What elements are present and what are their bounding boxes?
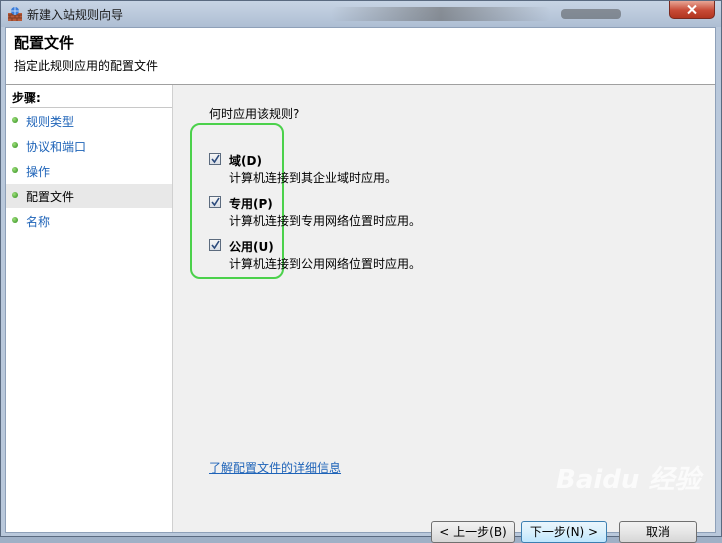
step-label: 协议和端口 (26, 140, 87, 154)
step-rule-type[interactable]: 规则类型 (6, 109, 172, 133)
close-button[interactable] (669, 1, 715, 19)
domain-checkbox[interactable] (209, 153, 221, 165)
step-profile[interactable]: 配置文件 (6, 184, 172, 208)
checkmark-icon (211, 197, 220, 207)
private-checkbox[interactable] (209, 196, 221, 208)
back-button[interactable]: < 上一步(B) (431, 521, 515, 543)
step-bullet-icon (12, 117, 18, 123)
step-label: 操作 (26, 165, 51, 179)
next-button[interactable]: 下一步(N) > (521, 521, 607, 543)
question-text: 何时应用该规则? (209, 107, 300, 121)
checkmark-icon (211, 154, 220, 164)
page-subtitle: 指定此规则应用的配置文件 (14, 59, 159, 73)
private-description: 计算机连接到专用网络位置时应用。 (229, 214, 422, 228)
wizard-header: 配置文件 指定此规则应用的配置文件 (6, 28, 715, 85)
step-bullet-icon (12, 167, 18, 173)
step-bullet-icon (12, 192, 18, 198)
firewall-app-icon (8, 7, 22, 21)
blurred-titlebar-region (331, 7, 551, 21)
public-description: 计算机连接到公用网络位置时应用。 (229, 257, 422, 271)
learn-more-link[interactable]: 了解配置文件的详细信息 (209, 459, 341, 476)
steps-panel: 步骤: 规则类型 协议和端口 操作 配置文件 名称 (6, 85, 173, 532)
close-icon (687, 4, 697, 15)
step-label: 配置文件 (26, 190, 75, 204)
step-name[interactable]: 名称 (6, 209, 172, 233)
step-label: 名称 (26, 215, 51, 229)
domain-description: 计算机连接到其企业域时应用。 (229, 171, 398, 185)
title-bar[interactable]: 新建入站规则向导 (1, 1, 721, 27)
steps-divider (10, 107, 172, 108)
step-bullet-icon (12, 142, 18, 148)
page-title: 配置文件 (14, 34, 75, 52)
blurred-titlebar-region-2 (561, 9, 621, 19)
baidu-watermark: Baidu 经验 (556, 465, 701, 495)
cancel-button[interactable]: 取消 (619, 521, 697, 543)
step-bullet-icon (12, 217, 18, 223)
checkmark-icon (211, 240, 220, 250)
public-checkbox[interactable] (209, 239, 221, 251)
wizard-window: 新建入站规则向导 配置文件 指定此规则应用的配置文件 步骤: 规则类型 协议和端… (0, 0, 722, 543)
public-label[interactable]: 公用(U) (229, 238, 274, 255)
window-title: 新建入站规则向导 (27, 8, 124, 22)
step-action[interactable]: 操作 (6, 159, 172, 183)
steps-heading: 步骤: (12, 91, 41, 105)
private-label[interactable]: 专用(P) (229, 195, 273, 212)
domain-label[interactable]: 域(D) (229, 152, 262, 169)
wizard-client-area: 配置文件 指定此规则应用的配置文件 步骤: 规则类型 协议和端口 操作 配置文件 (5, 27, 716, 543)
step-label: 规则类型 (26, 115, 75, 129)
step-protocol-ports[interactable]: 协议和端口 (6, 134, 172, 158)
